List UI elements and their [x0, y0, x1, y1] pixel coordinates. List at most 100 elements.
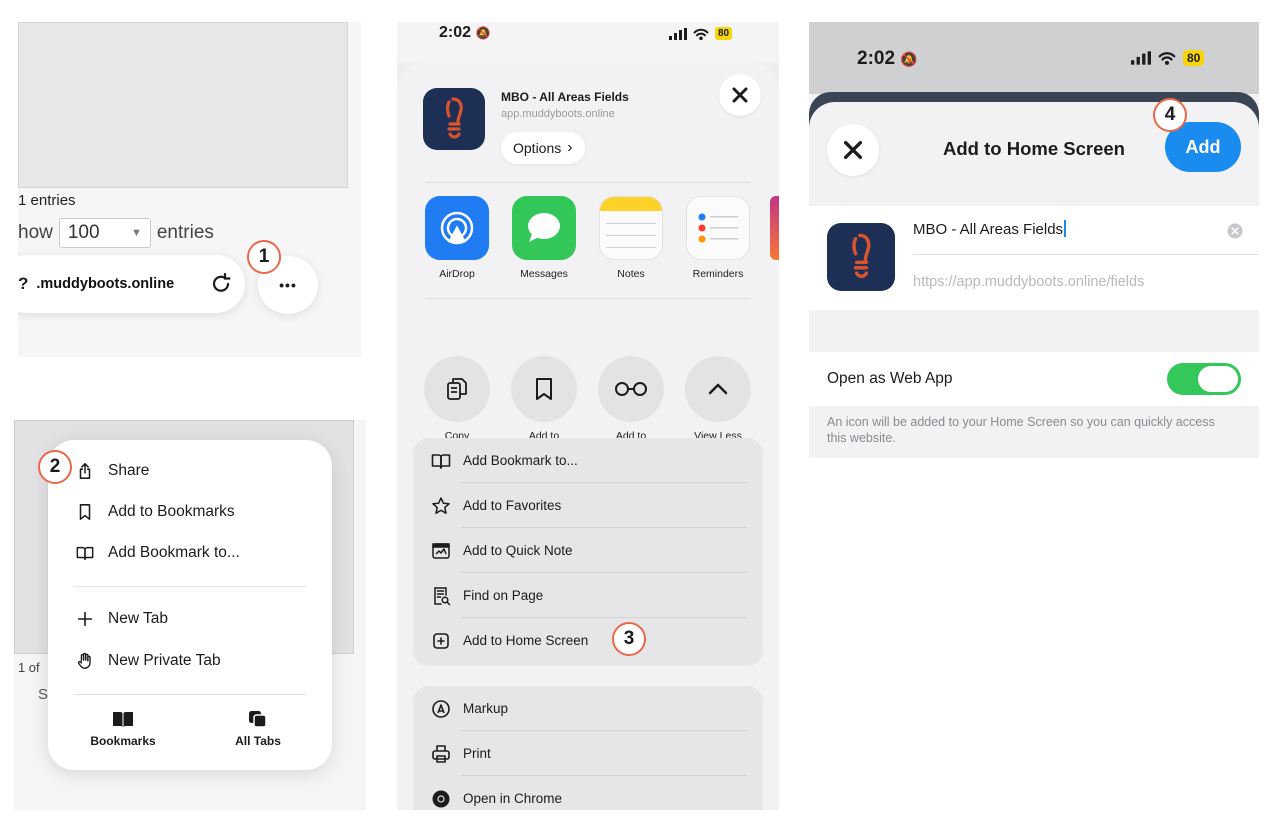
action-view-less[interactable]: View Less: [678, 356, 758, 443]
bookmark-icon: [79, 504, 91, 520]
plus-icon: [77, 611, 93, 627]
action-copy[interactable]: Copy: [417, 356, 497, 443]
toggle-label: Open as Web App: [827, 370, 953, 387]
background-text-fragment: S: [38, 686, 49, 703]
action-find-on-page[interactable]: Find on Page: [431, 573, 747, 618]
dropdown-arrow-icon: ▼: [130, 227, 142, 239]
step-badge-2: 2: [38, 450, 72, 484]
action-row-label: Find on Page: [463, 588, 544, 603]
share-app-label: Messages: [520, 268, 568, 280]
status-time: 2:02 🔕: [857, 48, 918, 69]
notes-icon: [599, 196, 663, 260]
share-app-messages[interactable]: Messages: [511, 196, 577, 280]
status-indicators: 80: [669, 27, 733, 40]
site-icon: [827, 223, 895, 291]
menu-divider: [74, 586, 306, 587]
tabs-icon: [249, 711, 267, 728]
toggle-knob: [1198, 366, 1238, 392]
tab-bookmarks-label: Bookmarks: [90, 734, 156, 748]
share-icon: [79, 463, 91, 479]
address-bar[interactable]: ? .muddyboots.online: [18, 255, 245, 313]
bookmark-details-card: MBO - All Areas Fields https://app.muddy…: [809, 206, 1259, 310]
action-print[interactable]: Print: [431, 731, 747, 776]
more-actions-list-group: Markup Print Open in Chrome: [413, 686, 763, 810]
text-caret: [1064, 220, 1066, 237]
open-as-web-app-toggle[interactable]: [1167, 363, 1241, 395]
status-bar: 2:02 🔕 80: [809, 22, 1259, 94]
battery-indicator: 80: [715, 27, 733, 40]
chevron-right-icon: ›: [567, 139, 573, 156]
menu-item-label: New Private Tab: [108, 652, 221, 669]
menu-item-label: Share: [108, 462, 150, 479]
action-add-bookmark-to[interactable]: Add Bookmark to...: [431, 438, 747, 483]
ellipsis-icon: •••: [279, 277, 297, 293]
clear-text-icon[interactable]: [1227, 223, 1243, 239]
action-row-label: Add to Favorites: [463, 498, 562, 513]
share-app-notes[interactable]: Notes: [598, 196, 664, 280]
action-open-in-chrome[interactable]: Open in Chrome: [431, 776, 747, 810]
menu-item-new-tab[interactable]: New Tab: [76, 610, 168, 628]
divider: [425, 182, 751, 183]
status-bar: 2:02 🔕 80: [397, 22, 779, 62]
step1-panel: 1 entries how 100 ▼ entries ? .muddyboot…: [18, 22, 361, 357]
tab-bookmarks[interactable]: Bookmarks: [68, 710, 178, 748]
footnote-text: An icon will be added to your Home Scree…: [827, 415, 1215, 446]
step3-share-sheet-panel: 2:02 🔕 80 MBO - All Areas Fields app.mud…: [397, 22, 779, 810]
share-app-airdrop[interactable]: AirDrop: [424, 196, 490, 280]
step-badge-3: 3: [612, 622, 646, 656]
share-app-label: Reminders: [692, 268, 744, 280]
site-url: app.muddyboots.online: [501, 108, 615, 120]
hand-icon: [77, 652, 91, 669]
action-row-label: Add Bookmark to...: [463, 453, 578, 468]
find-icon: [434, 586, 451, 605]
chevron-up-icon: [685, 356, 751, 422]
share-sheet: MBO - All Areas Fields app.muddyboots.on…: [397, 62, 779, 810]
bell-muted-icon: 🔕: [900, 51, 918, 67]
site-title: MBO - All Areas Fields: [501, 90, 629, 104]
share-app-reminders[interactable]: Reminders: [685, 196, 751, 280]
menu-item-add-bookmark-to[interactable]: Add Bookmark to...: [76, 544, 240, 562]
url-field: https://app.muddyboots.online/fields: [913, 274, 1145, 290]
signal-icon: [1131, 51, 1151, 65]
action-add-to-favorites[interactable]: Add to Favorites: [431, 483, 747, 528]
web-app-toggle-row: Open as Web App: [809, 352, 1259, 406]
menu-item-add-to-bookmarks[interactable]: Add to Bookmarks: [76, 503, 235, 521]
boot-print-icon: [852, 233, 871, 279]
share-app-label: Notes: [617, 268, 645, 280]
action-markup[interactable]: Markup: [431, 686, 747, 731]
star-icon: [432, 496, 450, 514]
chrome-icon: [432, 790, 450, 807]
boot-print-icon: [445, 97, 463, 139]
field-divider: [913, 254, 1259, 255]
close-icon: [732, 87, 748, 103]
reload-icon[interactable]: [209, 271, 233, 295]
action-add-to-quick-note[interactable]: Add to Quick Note: [431, 528, 747, 573]
options-button[interactable]: Options ›: [501, 132, 585, 164]
tab-all-tabs[interactable]: All Tabs: [203, 710, 313, 748]
name-field[interactable]: MBO - All Areas Fields: [913, 220, 1066, 238]
status-time: 2:02 🔕: [439, 24, 491, 41]
copy-icon: [424, 356, 490, 422]
entries-select[interactable]: 100 ▼: [58, 218, 151, 248]
markup-icon: [432, 699, 450, 718]
menu-divider: [74, 694, 306, 695]
page-content-placeholder: [18, 22, 348, 188]
browser-menu: Share Add to Bookmarks Add Bookmark to..…: [48, 440, 332, 770]
action-row-label: Open in Chrome: [463, 791, 563, 806]
tab-all-tabs-label: All Tabs: [235, 734, 281, 748]
action-row-label: Markup: [463, 701, 509, 716]
menu-item-label: Add to Bookmarks: [108, 503, 235, 520]
action-add-to-home-screen[interactable]: Add to Home Screen: [431, 618, 747, 663]
menu-item-share[interactable]: Share: [76, 462, 149, 480]
menu-item-label: New Tab: [108, 610, 169, 627]
bookmark-icon: [511, 356, 577, 422]
menu-item-label: Add Bookmark to...: [108, 544, 240, 561]
menu-item-new-private-tab[interactable]: New Private Tab: [76, 652, 221, 670]
action-row-label: Add to Quick Note: [463, 543, 573, 558]
step-badge-1: 1: [247, 240, 281, 274]
action-row-label: Print: [463, 746, 491, 761]
close-button[interactable]: [719, 74, 761, 116]
url-prefix-fragment: ?: [18, 274, 29, 293]
address-bar-url: .muddyboots.online: [36, 276, 175, 292]
name-field-value: MBO - All Areas Fields: [913, 221, 1064, 238]
